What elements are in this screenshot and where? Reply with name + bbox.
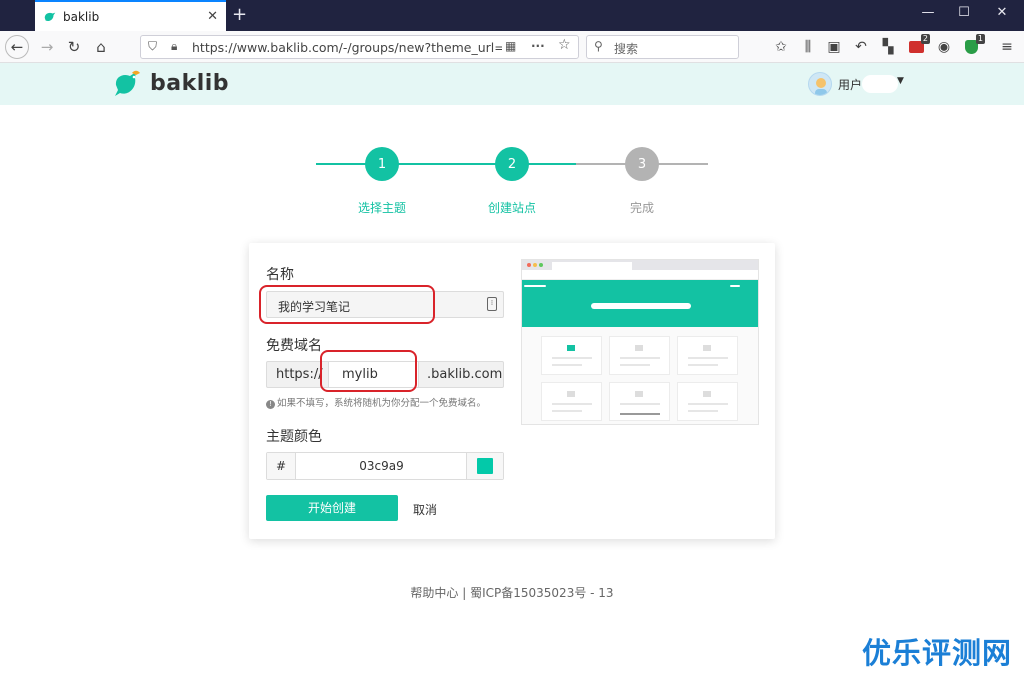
url-bar[interactable]: ⛉ 🔒︎ https://www.baklib.com/-/groups/new… (140, 35, 579, 59)
theme-preview (521, 259, 759, 425)
account-icon[interactable]: ◉ (934, 37, 954, 57)
preview-tile (609, 382, 670, 421)
browser-toolbar: ← → ↻ ⌂ ⛉ 🔒︎ https://www.baklib.com/-/gr… (0, 31, 1024, 63)
name-label: 名称 (266, 267, 294, 283)
logo-text[interactable]: baklib (150, 71, 229, 96)
user-avatar[interactable] (808, 72, 832, 96)
footer[interactable]: 帮助中心 | 蜀ICP备15035023号 - 13 (0, 584, 1024, 601)
url-text[interactable]: https://www.baklib.com/-/groups/new?them… (192, 40, 502, 55)
new-tab-icon[interactable]: + (232, 4, 247, 25)
preview-dot-yellow (533, 263, 537, 267)
preview-tile (609, 336, 670, 375)
shield-icon[interactable]: ⛉ (148, 39, 157, 54)
domain-hint: ! 如果不填写，系统将随机为你分配一个免费域名。 (266, 395, 486, 409)
preview-tab (552, 262, 632, 270)
sidebar-icon[interactable]: ▣ (824, 37, 844, 57)
menu-icon[interactable]: ≡ (997, 37, 1017, 57)
domain-hint-text: 如果不填写，系统将随机为你分配一个免费域名。 (277, 398, 487, 409)
watermark: 优乐评测网 (862, 636, 1013, 670)
preview-browser-bar (522, 260, 758, 270)
preview-nav-bar (730, 285, 740, 287)
site-name-value[interactable]: 我的学习笔记 (278, 298, 350, 315)
reading-list-icon[interactable]: ✩ (771, 37, 791, 57)
forward-icon[interactable]: → (37, 37, 57, 57)
domain-label: 免费域名 (266, 338, 322, 354)
domain-suffix: .baklib.com (418, 361, 504, 388)
username[interactable]: 用户 (838, 76, 862, 93)
preview-tile (677, 336, 738, 375)
baklib-bird-icon (44, 12, 56, 21)
back-icon[interactable]: ← (5, 35, 29, 59)
extension-badge: 2 (920, 34, 930, 44)
color-picker[interactable] (466, 453, 503, 479)
theme-color-input[interactable]: # 03c9a9 (266, 452, 504, 480)
app-header: baklib 用户 ▼ (0, 63, 1024, 105)
domain-prefix: https:// (266, 361, 329, 388)
create-site-card: 名称 我的学习笔记 ⁞ 免费域名 https:// mylib .baklib.… (249, 243, 775, 539)
baklib-logo-icon[interactable] (112, 68, 144, 100)
step-2-label: 创建站点 (487, 201, 536, 215)
maximize-icon[interactable]: ☐ (954, 5, 974, 20)
mail-extension-icon[interactable]: 2 (906, 34, 930, 57)
preview-tile (541, 382, 602, 421)
step-1-circle: 1 (365, 147, 399, 181)
preview-logo-bar (524, 285, 546, 287)
browser-tab[interactable]: baklib ✕ (35, 0, 226, 31)
avatar-face-icon (815, 78, 827, 95)
step-2-circle: 2 (495, 147, 529, 181)
security-extension-icon[interactable]: 1 (961, 34, 985, 57)
extensions-grid-icon[interactable]: ▚ (878, 37, 898, 57)
info-icon: ! (266, 400, 275, 409)
search-bar[interactable]: ⚲ 搜索 (586, 35, 739, 59)
close-tab-icon[interactable]: ✕ (207, 9, 218, 24)
preview-search-bar (591, 303, 691, 309)
step-3-circle: 3 (625, 147, 659, 181)
color-label: 主题颜色 (266, 429, 322, 445)
minimize-icon[interactable]: — (918, 5, 938, 20)
reload-icon[interactable]: ↻ (64, 37, 84, 57)
library-icon[interactable]: ⫼ (798, 37, 818, 57)
preview-address-bar (522, 270, 758, 280)
preview-hero (522, 280, 758, 327)
chevron-down-icon[interactable]: ▼ (897, 76, 904, 86)
home-icon[interactable]: ⌂ (91, 37, 111, 57)
username-redaction (862, 75, 898, 93)
close-window-icon[interactable]: ✕ (992, 5, 1012, 20)
preview-dot-green (539, 263, 543, 267)
qr-code-icon[interactable]: ▦ (505, 39, 516, 53)
create-button[interactable]: 开始创建 (266, 495, 398, 521)
cancel-button[interactable]: 取消 (413, 501, 437, 518)
step-3-label: 完成 (629, 201, 654, 215)
text-field-icon: ⁞ (487, 297, 497, 311)
color-swatch[interactable] (477, 458, 493, 474)
browser-tab-bar: baklib ✕ + — ☐ ✕ (0, 0, 1024, 31)
domain-input[interactable]: mylib (328, 361, 419, 388)
undo-icon[interactable]: ↶ (851, 37, 871, 57)
page-actions-icon[interactable]: ··· (531, 39, 545, 53)
bookmark-star-icon[interactable]: ☆ (558, 37, 571, 53)
preview-dot-red (527, 263, 531, 267)
preview-tile (541, 336, 602, 375)
domain-value[interactable]: mylib (342, 367, 378, 382)
tab-title: baklib (63, 9, 100, 24)
preview-tile (677, 382, 738, 421)
search-icon: ⚲ (594, 39, 603, 53)
color-value[interactable]: 03c9a9 (296, 453, 467, 479)
site-name-input[interactable]: 我的学习笔记 ⁞ (266, 291, 504, 318)
security-badge: 1 (975, 34, 985, 44)
lock-icon[interactable]: 🔒︎ (171, 39, 177, 54)
step-1-label: 选择主题 (357, 201, 406, 215)
search-placeholder: 搜索 (614, 42, 639, 56)
color-hash: # (267, 453, 296, 479)
